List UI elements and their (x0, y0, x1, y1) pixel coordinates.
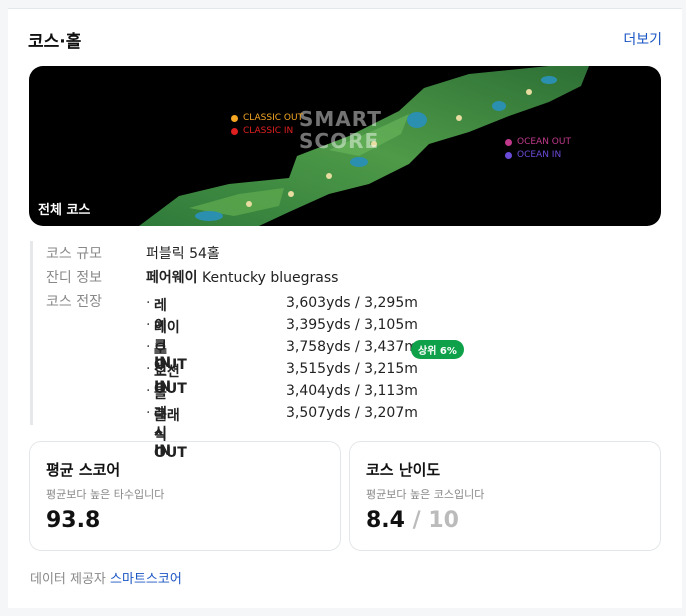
legend-item: OCEAN OUT (505, 136, 571, 148)
bunker (456, 115, 462, 121)
course-info: 코스 규모 퍼블릭 54홀 잔디 정보 페어웨이 Kentucky bluegr… (30, 241, 650, 461)
bunker (288, 191, 294, 197)
water-hazard (541, 76, 557, 84)
map-caption: 전체 코스 (38, 203, 91, 218)
data-provider: 데이터 제공자 스마트스코어 (30, 572, 182, 587)
bunker (246, 201, 252, 207)
map-watermark: SMART SCORE (299, 107, 382, 153)
section-header: 코스·홀 더보기 (28, 27, 662, 52)
bullet-icon: · (146, 383, 151, 399)
bullet-icon: · (146, 361, 151, 377)
map-legend-ocean: OCEAN OUT OCEAN IN (505, 136, 571, 162)
course-map[interactable]: SMART SCORE CLASSIC OUT CLASSIC IN OCEAN… (29, 66, 661, 226)
course-distance: 3,395yds / 3,105m (286, 317, 418, 333)
section-title: 코스·홀 (28, 32, 82, 52)
course-distance: 3,404yds / 3,113m (286, 383, 418, 399)
more-link[interactable]: 더보기 (623, 29, 662, 49)
difficulty-value: 8.4 / 10 (366, 508, 459, 533)
legend-item: OCEAN IN (505, 149, 571, 161)
avg-score-card: 평균 스코어 평균보다 높은 타수입니다 93.8 (29, 441, 341, 551)
avg-score-value: 93.8 (46, 508, 101, 533)
legend-item: CLASSIC OUT (231, 112, 303, 124)
water-hazard (407, 112, 427, 128)
difficulty-title: 코스 난이도 (366, 461, 441, 479)
provider-link[interactable]: 스마트스코어 (110, 572, 182, 587)
difficulty-card: 코스 난이도 평균보다 높은 코스입니다 8.4 / 10 (349, 441, 661, 551)
difficulty-desc: 평균보다 높은 코스입니다 (366, 488, 485, 501)
legend-dot-icon (231, 114, 238, 122)
rank-badge: 상위 6% (411, 340, 464, 359)
legend-dot-icon (231, 127, 238, 135)
course-distance: 3,758yds / 3,437m (286, 339, 418, 355)
grass-label: 잔디 정보 (46, 270, 102, 286)
bunker (526, 89, 532, 95)
bullet-icon: · (146, 295, 151, 311)
course-hole-card: 코스·홀 더보기 SMART SCORE CLASSIC OUT CLASSIC… (8, 8, 682, 608)
legend-item: CLASSIC IN (231, 125, 303, 137)
course-distance: 3,507yds / 3,207m (286, 405, 418, 421)
legend-dot-icon (505, 138, 512, 146)
length-label: 코스 전장 (46, 294, 102, 310)
grass-value: 페어웨이 Kentucky bluegrass (146, 270, 339, 286)
legend-dot-icon (505, 151, 512, 159)
course-distance: 3,603yds / 3,295m (286, 295, 418, 311)
water-hazard (350, 157, 368, 167)
bullet-icon: · (146, 405, 151, 421)
scale-label: 코스 규모 (46, 246, 102, 262)
water-hazard (195, 211, 223, 221)
bullet-icon: · (146, 339, 151, 355)
avg-score-desc: 평균보다 높은 타수입니다 (46, 488, 165, 501)
scale-value: 퍼블릭 54홀 (146, 246, 220, 262)
map-legend-classic: CLASSIC OUT CLASSIC IN (231, 112, 303, 138)
water-hazard (492, 101, 506, 111)
bunker (326, 173, 332, 179)
avg-score-title: 평균 스코어 (46, 461, 121, 479)
difficulty-total: / 10 (412, 508, 459, 533)
course-distance: 3,515yds / 3,215m (286, 361, 418, 377)
bullet-icon: · (146, 317, 151, 333)
